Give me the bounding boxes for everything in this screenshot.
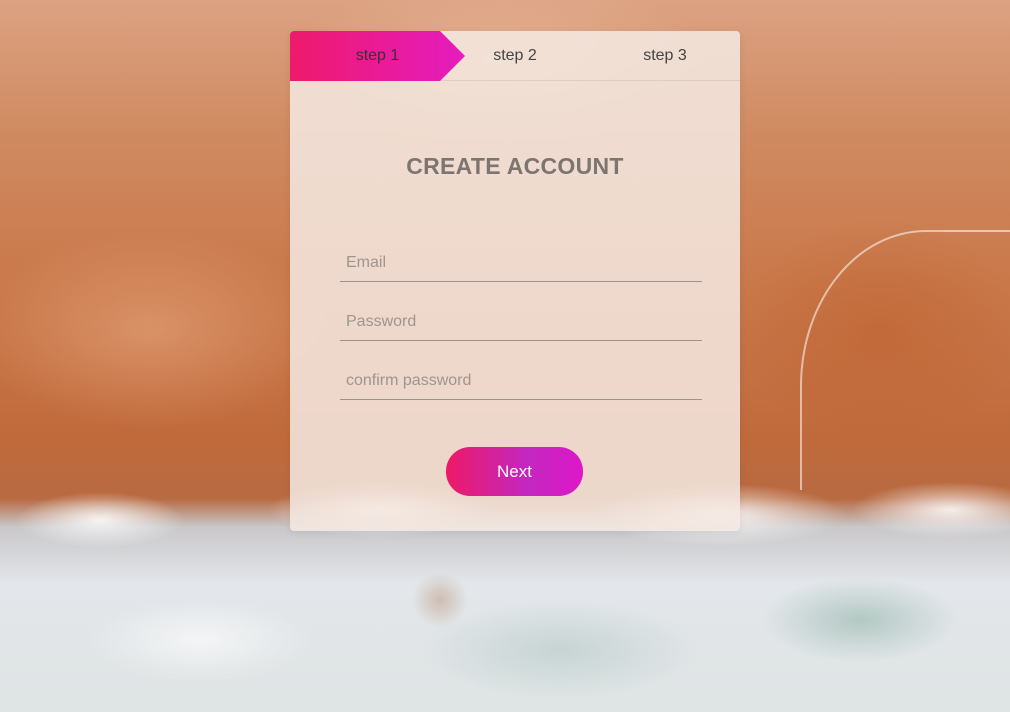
step-tab-3[interactable]: step 3 xyxy=(590,31,740,81)
step-label: step 3 xyxy=(643,47,687,64)
step-progress-bar: step 1 step 2 step 3 xyxy=(290,31,740,81)
email-field[interactable] xyxy=(340,244,702,282)
step-label: step 1 xyxy=(355,47,400,64)
next-button[interactable]: Next xyxy=(446,447,583,496)
ocean-water xyxy=(0,540,1010,712)
page-title: CREATE ACCOUNT xyxy=(406,153,624,179)
signup-card: step 1 step 2 step 3 CREATE ACCOUNT Next xyxy=(290,31,740,531)
step-tab-1[interactable]: step 1 xyxy=(290,31,465,81)
password-field[interactable] xyxy=(340,303,702,341)
step-tab-2[interactable]: step 2 xyxy=(440,31,590,81)
step-label: step 2 xyxy=(493,47,537,64)
confirm-password-field[interactable] xyxy=(340,362,702,400)
